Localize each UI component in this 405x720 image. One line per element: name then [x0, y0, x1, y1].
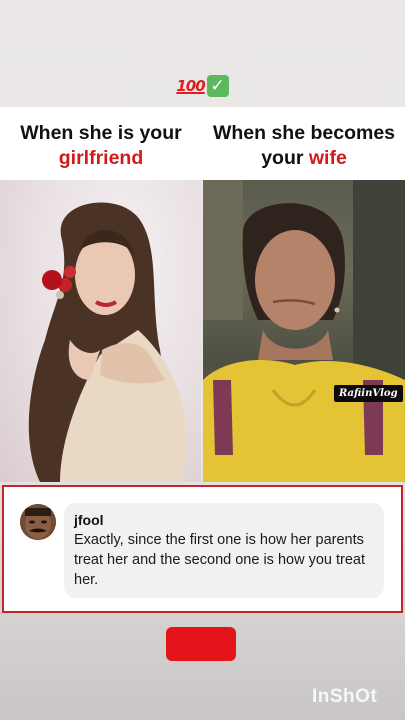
wife-photo: RafiinVlog [203, 180, 405, 482]
check-mark-icon: ✓ [206, 75, 229, 97]
inshot-watermark: InShOt [312, 686, 378, 707]
wife-illustration [203, 180, 405, 482]
girlfriend-title-highlight: girlfriend [58, 147, 144, 169]
girlfriend-illustration [28, 202, 187, 482]
comment-username[interactable]: jfool [74, 512, 104, 528]
wife-title-prefix: your [261, 147, 309, 169]
girlfriend-title-line1: When she is your [20, 122, 182, 144]
title-band: When she is your girlfriend When she bec… [0, 107, 405, 180]
comment-card: jfool Exactly, since the first one is ho… [2, 485, 403, 613]
avatar-face-icon [20, 504, 56, 540]
girlfriend-title: When she is your girlfriend [0, 121, 202, 171]
wife-title-highlight: wife [308, 147, 347, 169]
comment-bubble: jfool Exactly, since the first one is ho… [64, 503, 384, 598]
red-button[interactable] [166, 627, 236, 661]
video-watermark-tag: RafiinVlog [334, 385, 403, 402]
comment-text: Exactly, since the first one is how her … [74, 532, 365, 588]
hundred-points-icon: 100 [176, 77, 205, 95]
avatar[interactable] [20, 504, 56, 540]
wife-title: When she becomes your wife [203, 121, 405, 171]
emoji-row: 100 ✓ [0, 72, 405, 100]
girlfriend-photo [0, 180, 201, 482]
wife-title-line1: When she becomes [212, 122, 396, 144]
wife-title-line2: your wife [203, 146, 405, 171]
